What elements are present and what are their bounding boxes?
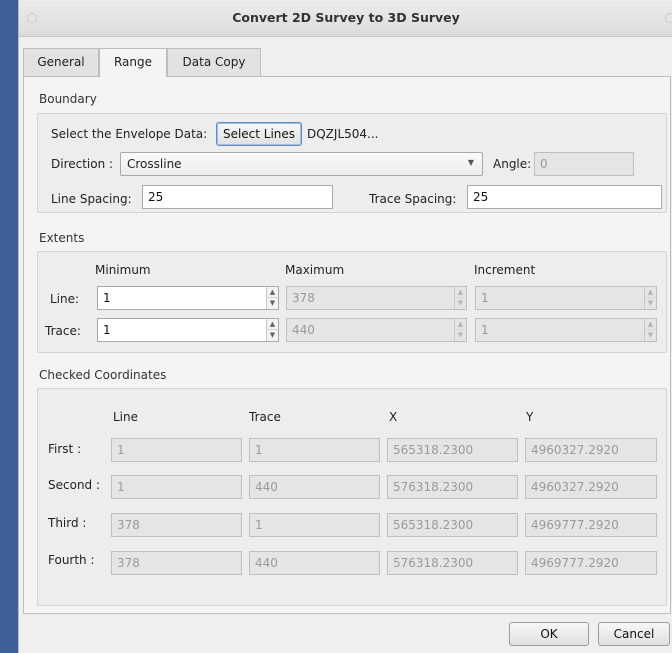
trace-max-value: 440 [292, 323, 315, 337]
line-min-spinbox[interactable]: 1 ▲ ▼ [97, 286, 279, 310]
second-y-field[interactable]: 4960327.2920 [525, 475, 657, 499]
trace-header: Trace [249, 410, 281, 424]
spin-arrows-icon: ▲ ▼ [644, 287, 656, 309]
third-x-field[interactable]: 565318.2300 [387, 513, 518, 537]
second-trace-field[interactable]: 440 [249, 475, 380, 499]
tab-general[interactable]: General [23, 48, 99, 76]
direction-value: Crossline [127, 157, 182, 171]
convert-survey-dialog: Convert 2D Survey to 3D Survey General R… [18, 0, 672, 653]
line-header: Line [113, 410, 139, 424]
trace-min-spinbox[interactable]: 1 ▲ ▼ [97, 318, 279, 342]
spin-arrows-icon: ▲ ▼ [644, 319, 656, 341]
select-lines-button[interactable]: Select Lines [216, 122, 302, 146]
direction-select[interactable]: Crossline ▼ [120, 152, 483, 176]
checked-coordinates-title: Checked Coordinates [39, 368, 167, 382]
fourth-trace-field[interactable]: 440 [249, 551, 380, 575]
third-y-field[interactable]: 4969777.2920 [525, 513, 657, 537]
extents-line-label: Line: [50, 292, 80, 306]
trace-spacing-field[interactable]: 25 [467, 185, 662, 209]
spin-arrows-icon: ▲ ▼ [454, 287, 466, 309]
y-header: Y [526, 410, 534, 424]
fourth-x-field[interactable]: 576318.2300 [387, 551, 518, 575]
increment-header: Increment [474, 263, 536, 277]
extents-trace-label: Trace: [45, 324, 81, 338]
chevron-down-icon: ▼ [467, 158, 474, 167]
fourth-line-field[interactable]: 378 [111, 551, 242, 575]
spin-arrows-icon[interactable]: ▲ ▼ [266, 319, 278, 341]
tab-data-copy[interactable]: Data Copy [167, 48, 261, 76]
line-min-value: 1 [103, 291, 111, 305]
third-line-field[interactable]: 378 [111, 513, 242, 537]
trace-spacing-label: Trace Spacing: [369, 192, 457, 206]
second-x-field[interactable]: 576318.2300 [387, 475, 518, 499]
cancel-button[interactable]: Cancel [598, 622, 670, 646]
first-trace-field[interactable]: 1 [249, 438, 380, 462]
fourth-label: Fourth : [48, 553, 95, 567]
title-bar[interactable]: Convert 2D Survey to 3D Survey [19, 0, 672, 37]
trace-max-spinbox[interactable]: 440 ▲ ▼ [286, 318, 467, 342]
third-label: Third : [48, 516, 87, 530]
first-x-field[interactable]: 565318.2300 [387, 438, 518, 462]
line-max-spinbox[interactable]: 378 ▲ ▼ [286, 286, 467, 310]
second-label: Second : [48, 478, 101, 492]
window-title: Convert 2D Survey to 3D Survey [232, 10, 460, 25]
direction-label: Direction : [51, 157, 114, 171]
fourth-y-field[interactable]: 4969777.2920 [525, 551, 657, 575]
line-inc-spinbox[interactable]: 1 ▲ ▼ [475, 286, 657, 310]
third-trace-field[interactable]: 1 [249, 513, 380, 537]
range-tab-panel: Boundary Select the Envelope Data: Selec… [23, 76, 671, 614]
line-spacing-label: Line Spacing: [51, 192, 132, 206]
trace-inc-spinbox[interactable]: 1 ▲ ▼ [475, 318, 657, 342]
maximum-header: Maximum [285, 263, 345, 277]
first-line-field[interactable]: 1 [111, 438, 242, 462]
selected-lines-text: DQZJL504... [307, 127, 379, 141]
line-inc-value: 1 [481, 291, 489, 305]
angle-label: Angle: [493, 157, 532, 171]
tab-range[interactable]: Range [99, 48, 167, 77]
first-y-field[interactable]: 4960327.2920 [525, 438, 657, 462]
trace-min-value: 1 [103, 323, 111, 337]
ok-button[interactable]: OK [509, 622, 589, 646]
line-max-value: 378 [292, 291, 315, 305]
first-label: First : [48, 442, 82, 456]
extents-title: Extents [39, 231, 85, 245]
line-spacing-field[interactable]: 25 [142, 185, 333, 209]
second-line-field[interactable]: 1 [111, 475, 242, 499]
boundary-title: Boundary [39, 92, 97, 106]
minimum-header: Minimum [95, 263, 151, 277]
x-header: X [389, 410, 398, 424]
angle-field[interactable]: 0 [534, 152, 634, 176]
trace-inc-value: 1 [481, 323, 489, 337]
envelope-data-label: Select the Envelope Data: [51, 127, 208, 141]
spin-arrows-icon[interactable]: ▲ ▼ [266, 287, 278, 309]
close-window-icon[interactable] [665, 13, 672, 23]
spin-arrows-icon: ▲ ▼ [454, 319, 466, 341]
